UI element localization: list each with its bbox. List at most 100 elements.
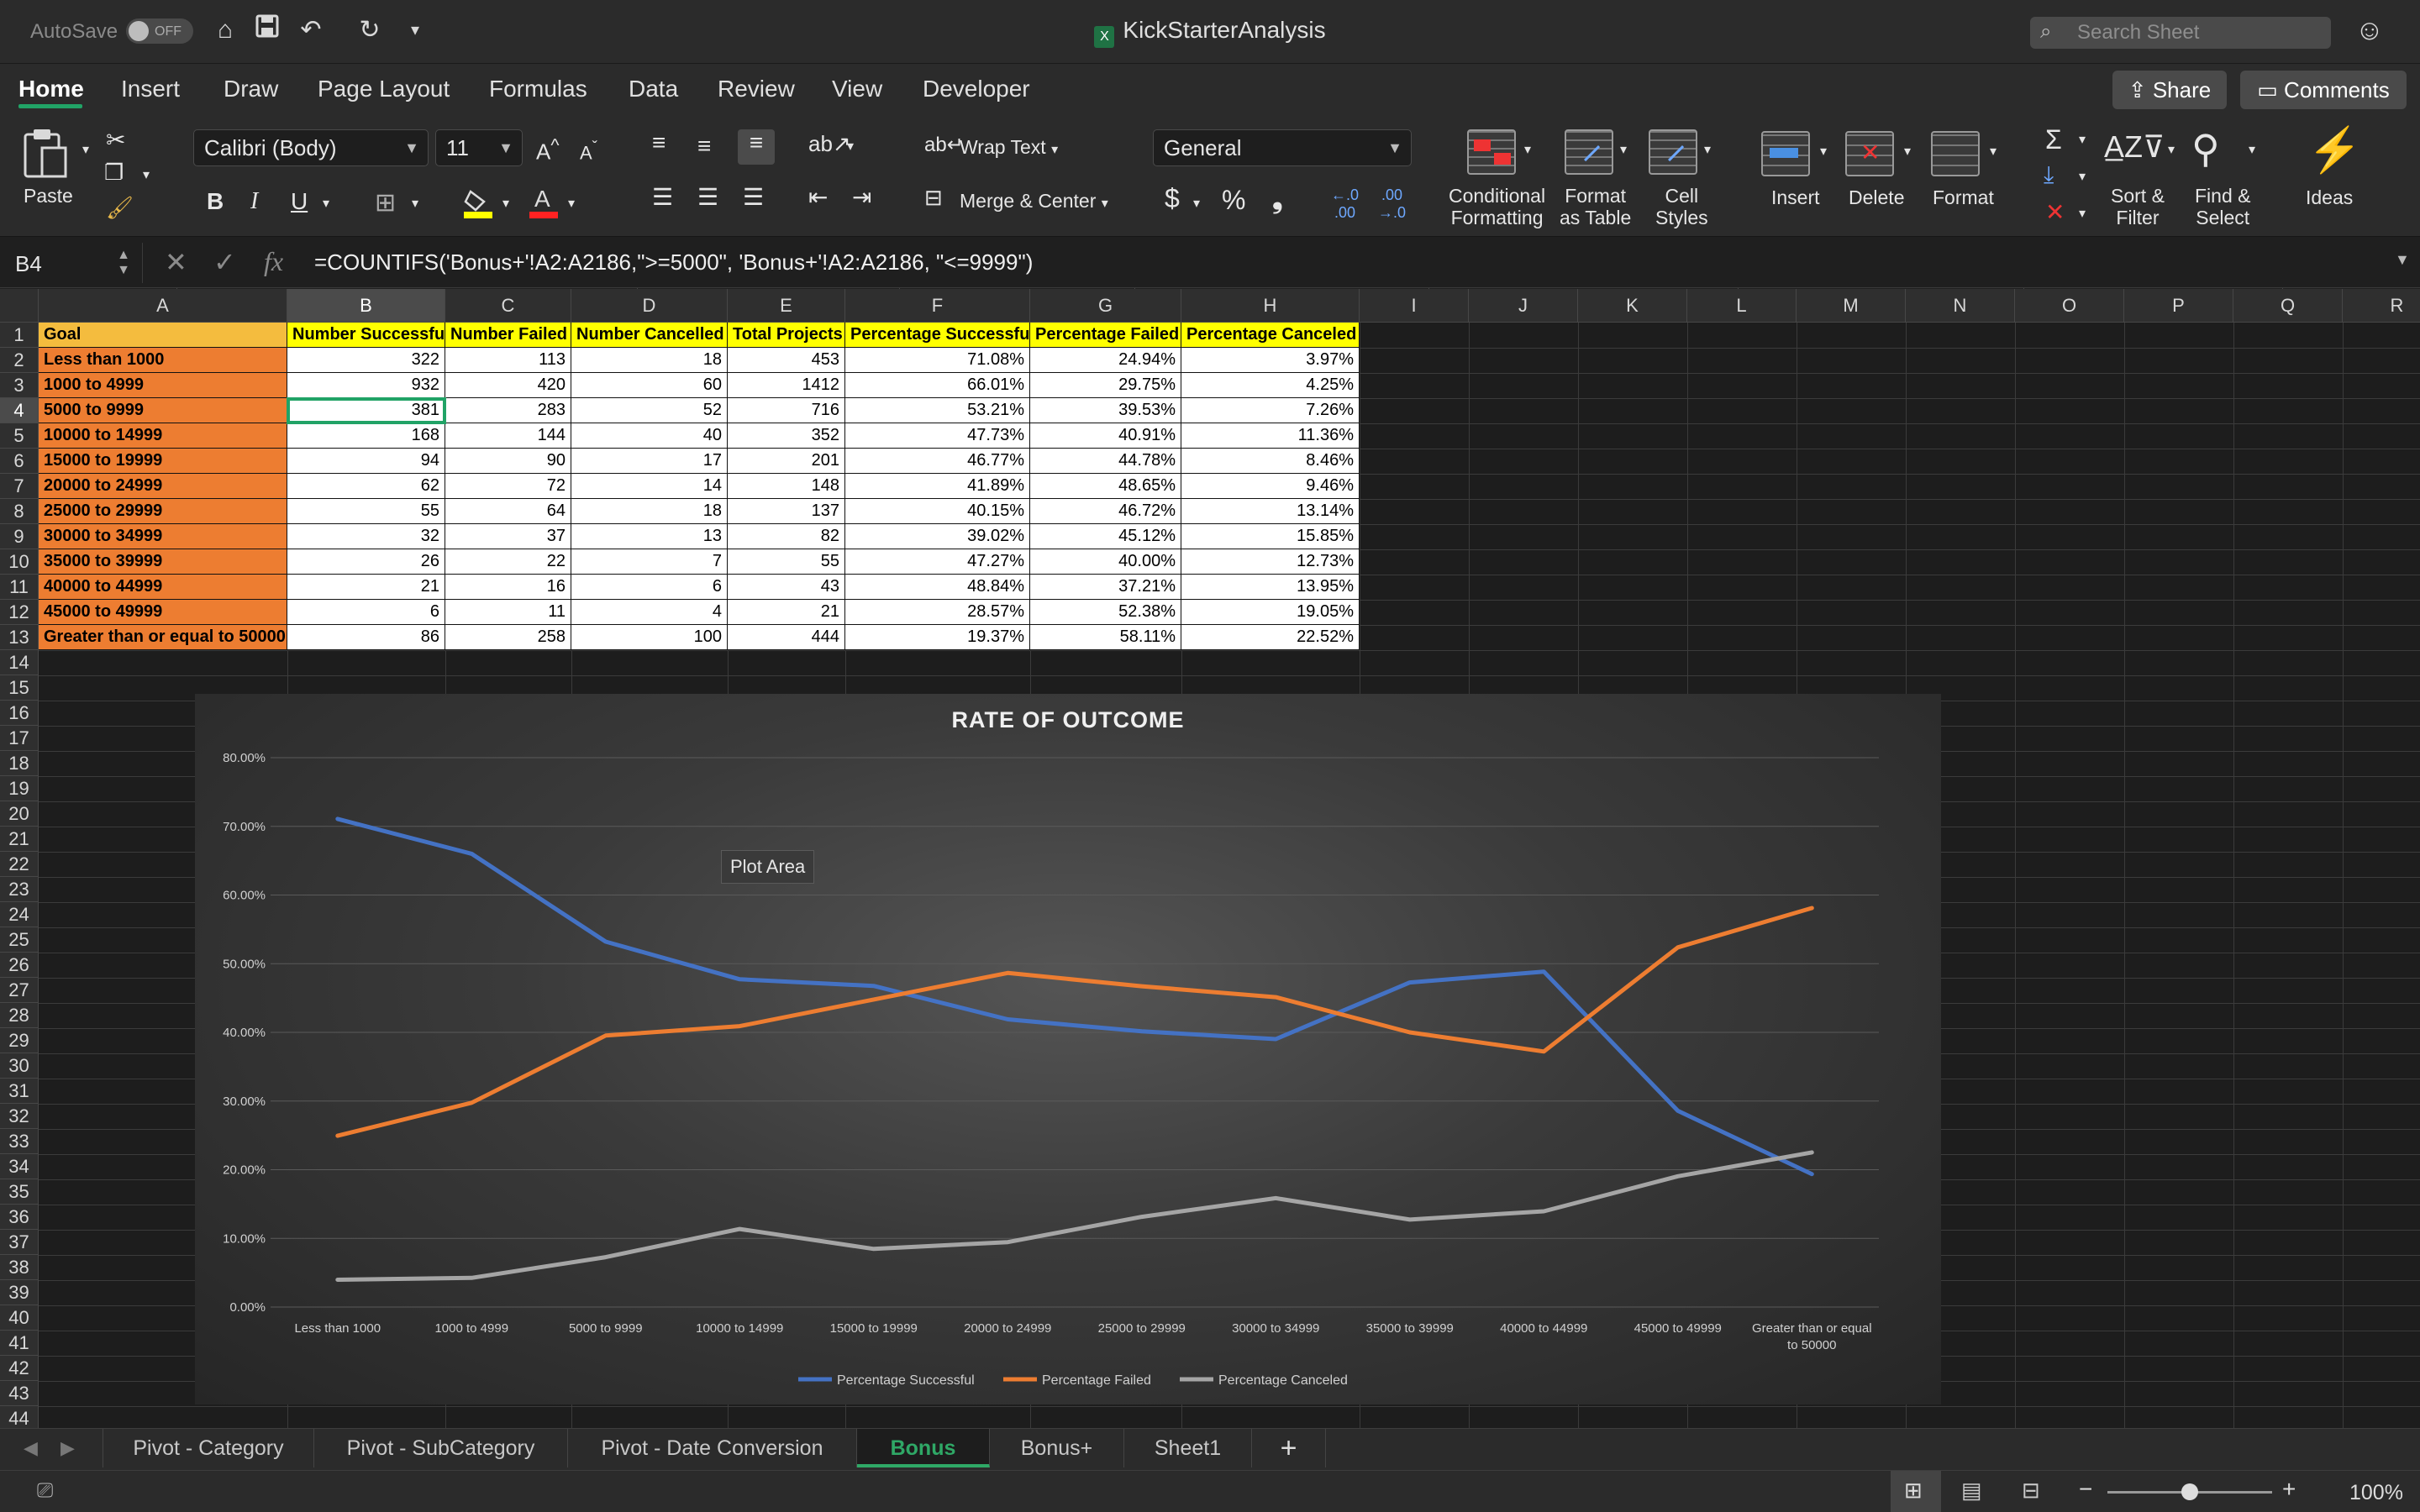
data-cell[interactable]: 64 [445,499,571,524]
goal-label-cell[interactable]: 5000 to 9999 [39,398,287,423]
column-header-i[interactable]: I [1360,289,1469,323]
data-cell[interactable]: 53.21% [845,398,1030,423]
data-cell[interactable]: 37 [445,524,571,549]
data-cell[interactable]: 94 [287,449,445,474]
row-header[interactable]: 38 [0,1255,39,1280]
data-cell[interactable]: 322 [287,348,445,373]
column-header-l[interactable]: L [1687,289,1797,323]
data-cell[interactable]: 381 [287,397,446,424]
row-header[interactable]: 21 [0,827,39,852]
row-header[interactable]: 32 [0,1104,39,1129]
data-cell[interactable]: 4 [571,600,728,625]
column-header-g[interactable]: G [1030,289,1181,323]
underline-button[interactable]: U [291,188,308,215]
tab-formulas[interactable]: Formulas [489,76,587,102]
find-select-icon[interactable]: ⚲ [2191,126,2220,171]
data-cell[interactable]: 7.26% [1181,398,1360,423]
data-cell[interactable]: 18 [571,499,728,524]
search-box[interactable]: ⌕ [2030,17,2331,49]
delete-label[interactable]: Delete [1849,186,1904,209]
decrease-indent-icon[interactable]: ⇤ [808,183,828,211]
data-cell[interactable]: 1412 [728,373,845,398]
confirm-entry-icon[interactable]: ✓ [213,246,236,278]
data-cell[interactable]: 41.89% [845,474,1030,499]
sheet-tab-sheet1[interactable]: Sheet1 [1124,1429,1252,1467]
data-cell[interactable]: 352 [728,423,845,449]
data-cell[interactable]: 52.38% [1030,600,1181,625]
data-cell[interactable]: 283 [445,398,571,423]
increase-decimal-icon[interactable]: ←.0.00 [1331,186,1359,222]
column-header-p[interactable]: P [2124,289,2233,323]
orientation-icon[interactable]: ab↗ [808,131,851,157]
tab-page-layout[interactable]: Page Layout [318,76,450,102]
align-top-icon[interactable]: ≡ [652,129,666,156]
data-cell[interactable]: 24.94% [1030,348,1181,373]
header-cell[interactable]: Percentage Canceled [1181,323,1360,348]
data-cell[interactable]: 420 [445,373,571,398]
chevron-down-icon[interactable]: ▾ [1990,143,1996,160]
chevron-down-icon[interactable]: ▾ [2079,205,2086,222]
column-header-e[interactable]: E [728,289,845,323]
chevron-down-icon[interactable]: ▾ [1704,141,1711,158]
cut-icon[interactable]: ✂ [106,126,125,154]
row-header[interactable]: 28 [0,1003,39,1028]
row-header[interactable]: 10 [0,549,39,575]
data-cell[interactable]: 22 [445,549,571,575]
increase-font-size-icon[interactable]: A^ [536,134,560,165]
data-cell[interactable]: 58.11% [1030,625,1181,650]
percent-icon[interactable]: % [1222,185,1245,216]
row-header[interactable]: 6 [0,449,39,474]
data-cell[interactable]: 168 [287,423,445,449]
underline-dropdown-icon[interactable]: ▾ [323,195,329,212]
macro-record-icon[interactable]: ⎚ [37,1479,53,1503]
add-sheet-button[interactable]: + [1252,1429,1326,1467]
data-cell[interactable]: 60 [571,373,728,398]
column-header-j[interactable]: J [1469,289,1578,323]
column-header-c[interactable]: C [445,289,571,323]
row-header[interactable]: 18 [0,751,39,776]
tab-insert[interactable]: Insert [121,76,180,102]
data-cell[interactable]: 32 [287,524,445,549]
sheet-tab-bonus-plus[interactable]: Bonus+ [990,1429,1124,1467]
insert-cells-icon[interactable] [1761,131,1810,176]
row-header[interactable]: 33 [0,1129,39,1154]
data-cell[interactable]: 26 [287,549,445,575]
data-cell[interactable]: 19.37% [845,625,1030,650]
line-chart[interactable]: RATE OF OUTCOME 0.00% 10.00% 20.00% 30.00% 40… [195,694,1941,1404]
column-header-n[interactable]: N [1906,289,2015,323]
data-cell[interactable]: 48.84% [845,575,1030,600]
data-cell[interactable]: 48.65% [1030,474,1181,499]
chevron-down-icon[interactable]: ▾ [1620,141,1627,158]
sheet-tab-bonus[interactable]: Bonus [857,1429,990,1467]
normal-view-button[interactable]: ⊞ [1891,1471,1941,1512]
data-cell[interactable]: 100 [571,625,728,650]
data-cell[interactable]: 453 [728,348,845,373]
conditional-formatting-label[interactable]: Conditional Formatting [1449,185,1545,228]
font-color-dropdown-icon[interactable]: ▾ [568,195,575,212]
sheet-tab-pivot-subcategory[interactable]: Pivot - SubCategory [314,1429,568,1467]
row-header[interactable]: 34 [0,1154,39,1179]
tab-view[interactable]: View [832,76,882,102]
data-cell[interactable]: 55 [728,549,845,575]
font-color-icon[interactable]: A [529,185,558,223]
data-cell[interactable]: 71.08% [845,348,1030,373]
data-cell[interactable]: 13 [571,524,728,549]
data-cell[interactable]: 46.72% [1030,499,1181,524]
data-cell[interactable]: 40.15% [845,499,1030,524]
data-cell[interactable]: 8.46% [1181,449,1360,474]
insert-label[interactable]: Insert [1771,186,1820,209]
data-cell[interactable]: 37.21% [1030,575,1181,600]
row-header[interactable]: 30 [0,1053,39,1079]
next-sheet-icon[interactable]: ▶ [60,1437,75,1459]
chevron-down-icon[interactable]: ▾ [2249,141,2255,158]
tab-review[interactable]: Review [718,76,795,102]
data-cell[interactable]: 13.14% [1181,499,1360,524]
data-cell[interactable]: 13.95% [1181,575,1360,600]
delete-cells-icon[interactable]: ✕ [1845,131,1894,176]
data-cell[interactable]: 39.02% [845,524,1030,549]
row-header[interactable]: 25 [0,927,39,953]
zoom-out-icon[interactable]: − [2079,1476,2092,1503]
row-header[interactable]: 39 [0,1280,39,1305]
data-cell[interactable]: 932 [287,373,445,398]
data-cell[interactable]: 201 [728,449,845,474]
